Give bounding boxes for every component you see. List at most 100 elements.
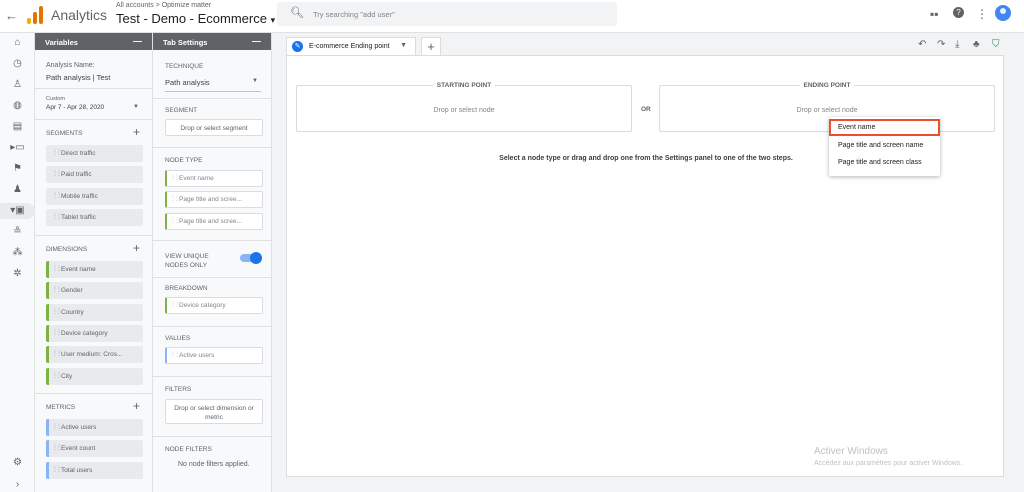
divider <box>153 376 272 377</box>
windows-activation-title: Activer Windows <box>814 446 888 457</box>
tab-settings-title: Tab Settings <box>163 38 208 47</box>
minimize-tab-settings-button[interactable]: — <box>252 36 261 46</box>
audience-person-icon[interactable]: ♙ <box>0 79 35 90</box>
breakdown-chip[interactable]: Device category <box>165 297 263 314</box>
variables-title: Variables <box>45 38 78 47</box>
back-arrow-icon[interactable]: ← <box>5 8 18 23</box>
values-chip[interactable]: Active users <box>165 347 263 364</box>
segment-chip[interactable]: Tablet traffic <box>46 209 143 226</box>
top-bar: ← Analytics All accounts > Optimize matt… <box>0 0 1024 33</box>
tab-label: E-commerce Ending point <box>309 43 390 50</box>
app-name: Analytics <box>51 7 108 23</box>
divider <box>35 393 153 394</box>
dimension-chip[interactable]: Gender <box>46 282 143 299</box>
search-bar[interactable]: 🔍︎ Try searching "add user" <box>277 2 617 26</box>
menu-item-event-name[interactable]: Event name <box>829 119 940 136</box>
conversions-screen-icon[interactable]: ▸▭ <box>0 142 35 153</box>
divider <box>153 326 272 327</box>
divider <box>153 436 272 437</box>
metric-chip[interactable]: Active users <box>46 419 143 436</box>
filters-drop-zone[interactable]: Drop or select dimension or metric <box>165 399 263 424</box>
select-underline <box>165 91 261 92</box>
divider <box>153 147 272 148</box>
menu-item-page-title-screen-class[interactable]: Page title and screen class <box>829 154 940 171</box>
apps-grid-icon[interactable]: ▪▪ <box>930 7 939 21</box>
node-type-chip[interactable]: Page title and scree... <box>165 191 263 208</box>
add-tab-button[interactable]: + <box>421 37 441 55</box>
divider <box>153 240 272 241</box>
undo-icon[interactable]: ↶ <box>918 39 926 50</box>
shield-check-icon[interactable]: ⛉ <box>992 39 1000 50</box>
add-metric-button[interactable]: + <box>133 399 140 413</box>
metric-chip[interactable]: Event count <box>46 440 143 457</box>
node-type-chip[interactable]: Event name <box>165 170 263 187</box>
people-list-icon[interactable]: ≗ <box>0 226 35 237</box>
windows-activation-subtitle: Accédez aux paramètres pour activer Wind… <box>814 460 963 467</box>
more-vert-icon[interactable]: ⋮ <box>976 7 988 21</box>
segments-label: SEGMENTS <box>46 130 83 137</box>
settings-gear-icon[interactable]: ⚙ <box>0 457 35 468</box>
share-users-icon[interactable]: ♣ <box>973 39 980 50</box>
metrics-label: METRICS <box>46 404 76 411</box>
segment-chip[interactable]: Direct traffic <box>46 145 143 162</box>
menu-item-page-title-screen-name[interactable]: Page title and screen name <box>829 137 940 154</box>
dimension-chip[interactable]: Event name <box>46 261 143 278</box>
help-icon[interactable]: ? <box>953 7 964 18</box>
tab-ecommerce-ending-point[interactable]: ✎ E-commerce Ending point ▼ <box>286 37 416 55</box>
add-dimension-button[interactable]: + <box>133 241 140 255</box>
redo-icon[interactable]: ↷ <box>937 39 945 50</box>
dimensions-label: DIMENSIONS <box>46 246 88 253</box>
segment-chip[interactable]: Paid traffic <box>46 166 143 183</box>
analysis-name-input[interactable]: Path analysis | Test <box>46 73 110 82</box>
dimension-chip[interactable]: User medium: Cros... <box>46 346 143 363</box>
minimize-variables-button[interactable]: — <box>133 36 142 46</box>
node-type-label: NODE TYPE <box>165 157 203 164</box>
breakdown-label: BREAKDOWN <box>165 285 208 292</box>
starting-point-box[interactable]: STARTING POINT Drop or select node <box>296 82 632 132</box>
segment-drop-zone[interactable]: Drop or select segment <box>165 119 263 136</box>
view-unique-nodes-label: VIEW UNIQUE NODES ONLY <box>165 253 209 269</box>
view-unique-nodes-toggle[interactable] <box>240 252 262 264</box>
search-icon: 🔍︎ <box>290 7 304 19</box>
segment-chip[interactable]: Mobile traffic <box>46 188 143 205</box>
pencil-icon: ✎ <box>292 41 303 52</box>
chevron-down-icon[interactable]: ▼ <box>400 42 407 49</box>
metric-chip[interactable]: Total users <box>46 462 143 479</box>
home-icon[interactable]: ⌂ <box>0 37 35 48</box>
chevron-down-icon[interactable]: ▼ <box>133 104 139 110</box>
realtime-clock-icon[interactable]: ◷ <box>0 58 35 69</box>
dimension-chip[interactable]: Device category <box>46 325 143 342</box>
lifetime-icon[interactable]: ⁂ <box>0 247 35 258</box>
left-nav-rail: ⌂ ◷ ♙ ◍ ▤ ▸▭ ⚑ ♟ ▾▣ ≗ ⁂ ✲ ⚙ › <box>0 33 35 492</box>
behavior-table-icon[interactable]: ▤ <box>0 121 35 132</box>
analysis-icon[interactable]: ▾▣ <box>0 203 35 219</box>
date-custom-label: Custom <box>46 96 65 102</box>
ending-point-box[interactable]: ENDING POINT Drop or select node <box>659 82 995 132</box>
add-segment-button[interactable]: + <box>133 125 140 139</box>
chevron-down-icon[interactable]: ▼ <box>252 78 258 84</box>
divider <box>35 235 153 236</box>
debug-icon[interactable]: ✲ <box>0 268 35 279</box>
tab-settings-header: Tab Settings — <box>153 33 271 50</box>
node-type-chip[interactable]: Page title and scree... <box>165 213 263 230</box>
ending-point-title: ENDING POINT <box>660 82 994 89</box>
search-input[interactable]: Try searching "add user" <box>313 10 395 19</box>
dimension-chip[interactable]: Country <box>46 304 143 321</box>
divider <box>153 277 272 278</box>
date-range-selector[interactable]: Apr 7 - Apr 28, 2020 <box>46 104 104 111</box>
expand-chevron-icon[interactable]: › <box>0 479 35 490</box>
download-icon[interactable]: ⤓ <box>955 39 959 50</box>
avatar[interactable] <box>995 5 1011 21</box>
breadcrumb[interactable]: All accounts > Optimize matter <box>116 2 211 9</box>
ending-point-drop-text: Drop or select node <box>796 107 858 114</box>
acquisition-globe-icon[interactable]: ◍ <box>0 100 35 111</box>
tab-settings-panel: Tab Settings — TECHNIQUE Path analysis ▼… <box>153 33 272 492</box>
dimension-chip[interactable]: City <box>46 368 143 385</box>
user-explorer-icon[interactable]: ♟ <box>0 184 35 195</box>
node-filters-status: No node filters applied. <box>178 461 250 468</box>
flag-icon[interactable]: ⚑ <box>0 163 35 174</box>
property-name: Test - Demo - Ecommerce <box>116 11 267 26</box>
segment-label: SEGMENT <box>165 107 198 114</box>
technique-select[interactable]: Path analysis <box>165 78 210 87</box>
property-selector[interactable]: Test - Demo - Ecommerce ▾ <box>116 11 275 26</box>
